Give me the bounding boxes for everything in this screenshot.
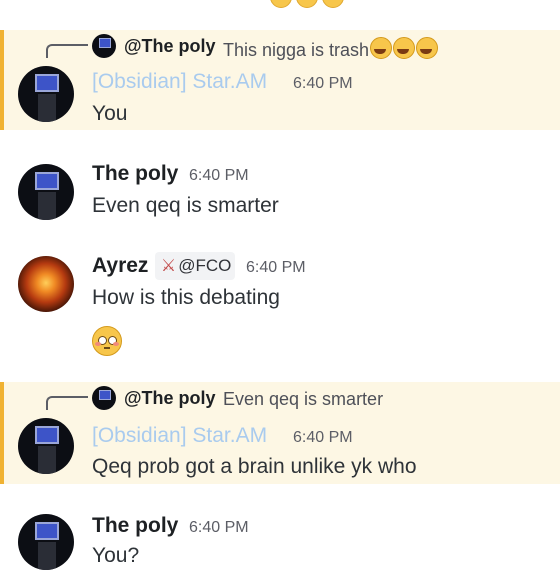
avatar[interactable] [18, 66, 74, 122]
reply-connector [46, 396, 88, 410]
message-text: Qeq prob got a brain unlike yk who [92, 455, 417, 478]
loudly-crying-emoji-icon [370, 37, 393, 59]
message-text: You [92, 102, 128, 125]
sword-icon: ⚔ [161, 256, 177, 275]
message-item[interactable]: @The poly This nigga is trash [Obsidian]… [0, 30, 560, 130]
author-name[interactable]: The poly [92, 162, 178, 186]
reply-author[interactable]: @The poly [124, 36, 216, 57]
timestamp: 6:40 PM [189, 167, 249, 184]
emoji-icon [322, 0, 344, 8]
loudly-crying-emoji-icon [393, 37, 416, 59]
message-item[interactable]: @The poly Even qeq is smarter [Obsidian]… [0, 382, 560, 484]
avatar[interactable] [18, 418, 74, 474]
message-item[interactable]: The poly 6:40 PM Even qeq is smarter [0, 150, 560, 230]
reply-preview[interactable]: This nigga is trash [223, 37, 439, 61]
timestamp: 6:40 PM [246, 259, 306, 276]
author-name[interactable]: [Obsidian] Star.AM [92, 70, 267, 94]
timestamp: 6:40 PM [189, 519, 249, 536]
message-text: You? [92, 544, 140, 567]
message-item[interactable]: Ayrez ⚔ @FCO 6:40 PM How is this debating [0, 242, 560, 362]
loudly-crying-emoji-icon [416, 37, 439, 59]
flushed-face-emoji-icon [92, 326, 122, 356]
reply-avatar[interactable] [92, 34, 116, 58]
author-name[interactable]: Ayrez [92, 254, 148, 278]
reply-connector [46, 44, 88, 58]
author-name[interactable]: The poly [92, 514, 178, 538]
message-text: How is this debating [92, 286, 280, 309]
reply-author[interactable]: @The poly [124, 388, 216, 409]
timestamp: 6:40 PM [293, 75, 353, 92]
timestamp: 6:40 PM [293, 429, 353, 446]
emoji-icon [270, 0, 292, 8]
previous-message-fragment [0, 0, 560, 8]
emoji-icon [296, 0, 318, 8]
role-badge[interactable]: ⚔ @FCO [155, 252, 235, 280]
message-item[interactable]: The poly 6:40 PM You? [0, 502, 560, 570]
avatar[interactable] [18, 256, 74, 312]
avatar[interactable] [18, 164, 74, 220]
author-name[interactable]: [Obsidian] Star.AM [92, 424, 267, 448]
message-text: Even qeq is smarter [92, 194, 279, 217]
avatar[interactable] [18, 514, 74, 570]
reply-preview[interactable]: Even qeq is smarter [223, 389, 383, 410]
reply-avatar[interactable] [92, 386, 116, 410]
